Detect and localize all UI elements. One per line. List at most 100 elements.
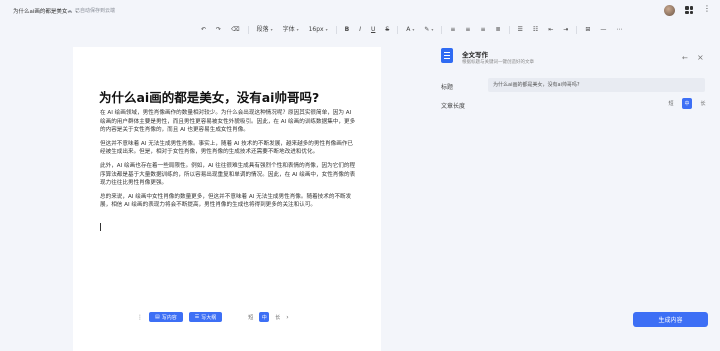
write-content-button[interactable]: ▤ 写内容	[149, 312, 183, 322]
save-status: ☁ 已自动保存到云端	[67, 7, 116, 15]
chevron-down-icon: ▾	[296, 27, 299, 32]
document-title[interactable]: 为什么ai画的都是美女...	[13, 7, 73, 15]
redo-button[interactable]: ↷	[211, 21, 226, 39]
save-status-text: 已自动保存到云端	[75, 8, 116, 14]
toolbar-divider	[247, 26, 249, 34]
bullet-list-button-label: ☰	[517, 26, 523, 33]
cloud-icon: ☁	[67, 7, 72, 14]
strikethrough-button[interactable]: S	[380, 21, 394, 39]
bold-button-label: B	[344, 26, 350, 33]
align-right-button-label: ≡	[480, 26, 486, 33]
italic-button-label: I	[359, 26, 361, 33]
document-body[interactable]: 在 AI 绘画领域，男性肖像画作的数量相对较少。为什么会出现这种情况呢？原因其实…	[100, 109, 356, 215]
chevron-down-icon: ▾	[431, 27, 434, 32]
paragraph[interactable]: 但这并不意味着 AI 无法生成男性肖像。事实上，随着 AI 技术的不断发展，越来…	[100, 140, 356, 157]
underline-button[interactable]: U	[366, 21, 380, 39]
more-button-label: ⋯	[616, 26, 623, 33]
undo-button-label: ↶	[201, 26, 207, 33]
clear-format-button[interactable]: ⌫	[226, 21, 244, 39]
length-selector: 短 中 长	[666, 98, 708, 109]
panel-length-medium[interactable]: 中	[682, 98, 692, 109]
numbered-list-button[interactable]: ☷	[528, 21, 543, 39]
write-outline-label: 写大纲	[201, 314, 217, 321]
document-write-icon	[441, 48, 453, 63]
toolbar-divider	[508, 26, 510, 34]
indent-button[interactable]: ⇥	[558, 21, 573, 39]
full-text-writing-panel: 全文写作 根据标题与关键词一键创造好的文章 ← × 标题 文章长度 短 中 长 …	[412, 40, 720, 351]
align-center-button[interactable]: ≡	[460, 21, 475, 39]
highlight-button[interactable]: ✎ ▾	[419, 21, 438, 39]
italic-button[interactable]: I	[354, 21, 366, 39]
write-outline-button[interactable]: ☰ 写大纲	[188, 312, 223, 322]
more-icon[interactable]: ⋮	[703, 5, 711, 13]
list-icon: ☰	[194, 314, 200, 320]
chevron-right-icon[interactable]: ›	[286, 314, 288, 321]
editor-toolbar: ↶ ↷ ⌫ 段落 ▾ 字体 ▾ 16px ▾ B I U S A ▾ ✎ ▾ ≡ ≡ ≡ ≣ ☰ ☷ ⇤ ⇥ ⊞ — ⋯	[196, 21, 696, 39]
panel-length-short[interactable]: 短	[666, 98, 676, 109]
more-button[interactable]: ⋯	[611, 21, 627, 39]
undo-button[interactable]: ↶	[196, 21, 211, 39]
chevron-down-icon: ▾	[412, 27, 415, 32]
highlight-button-label: ✎	[424, 26, 430, 33]
paragraph[interactable]: 此外，AI 绘画也存在着一些局限性。例如，AI 往往很难生成具有强烈个性和表情的…	[100, 162, 356, 188]
justify-button-label: ≣	[495, 26, 501, 33]
paragraph[interactable]: 在 AI 绘画领域，男性肖像画作的数量相对较少。为什么会出现这种情况呢？原因其实…	[100, 109, 356, 135]
write-content-label: 写内容	[161, 314, 177, 321]
align-left-button[interactable]: ≡	[445, 21, 460, 39]
bottom-action-bar: ⋮ ▤ 写内容 ☰ 写大纲 短 中 长 ›	[137, 312, 289, 322]
divider-button[interactable]: —	[595, 21, 611, 39]
indent-button-label: ⇥	[563, 26, 569, 33]
panel-subtitle: 根据标题与关键词一键创造好的文章	[462, 60, 534, 65]
top-bar: 为什么ai画的都是美女... ▾ ☁ 已自动保存到云端 ⋮	[0, 0, 720, 22]
length-field-label: 文章长度	[441, 103, 466, 110]
chevron-down-icon: ▾	[325, 27, 328, 32]
clear-format-button-label: ⌫	[231, 26, 240, 33]
length-short-option[interactable]: 短	[248, 314, 253, 321]
toolbar-divider	[441, 26, 443, 34]
panel-length-long[interactable]: 长	[698, 98, 708, 109]
align-right-button[interactable]: ≡	[475, 21, 490, 39]
toolbar-divider	[576, 26, 578, 34]
align-center-button-label: ≡	[465, 26, 471, 33]
font-color-button[interactable]: A ▾	[401, 21, 419, 39]
toolbar-divider	[397, 26, 399, 34]
close-icon[interactable]: ×	[697, 53, 704, 62]
panel-title: 全文写作	[462, 51, 488, 59]
back-arrow-icon[interactable]: ←	[682, 54, 688, 62]
bold-button[interactable]: B	[340, 21, 355, 39]
redo-button-label: ↷	[216, 26, 222, 33]
drag-handle-icon[interactable]: ⋮	[137, 314, 143, 321]
generate-content-button[interactable]: 生成内容	[633, 312, 708, 327]
document-icon: ▤	[155, 314, 160, 320]
strikethrough-button-label: S	[385, 26, 390, 33]
title-field-label: 标题	[441, 84, 454, 91]
divider-button-label: —	[600, 26, 607, 33]
chevron-down-icon: ▾	[270, 27, 273, 32]
font-size-select[interactable]: 16px ▾	[304, 21, 333, 39]
outdent-button-label: ⇤	[548, 26, 554, 33]
font-family-select-label: 字体	[282, 26, 295, 33]
underline-button-label: U	[370, 26, 376, 33]
paragraph-select[interactable]: 段落 ▾	[252, 21, 278, 39]
font-family-select[interactable]: 字体 ▾	[278, 21, 304, 39]
paragraph-select-label: 段落	[256, 26, 269, 33]
text-cursor	[100, 223, 101, 231]
align-left-button-label: ≡	[450, 26, 456, 33]
font-color-button-label: A	[406, 26, 411, 33]
length-medium-option[interactable]: 中	[259, 312, 270, 322]
justify-button[interactable]: ≣	[490, 21, 505, 39]
length-long-option[interactable]: 长	[275, 314, 280, 321]
document-page[interactable]: 为什么ai画的都是美女，没有ai帅哥吗? 在 AI 绘画领域，男性肖像画作的数量…	[73, 47, 381, 351]
apps-grid-icon[interactable]	[685, 6, 693, 14]
title-input[interactable]	[488, 78, 705, 92]
avatar[interactable]	[664, 5, 675, 16]
insert-table-button[interactable]: ⊞	[580, 21, 595, 39]
outdent-button[interactable]: ⇤	[543, 21, 558, 39]
numbered-list-button-label: ☷	[532, 26, 539, 33]
paragraph[interactable]: 总的来说，AI 绘画中女性肖像的数量更多，但这并不意味着 AI 无法生成男性肖像…	[100, 193, 356, 210]
font-size-select-label: 16px	[308, 26, 324, 33]
toolbar-divider	[335, 26, 337, 34]
document-heading[interactable]: 为什么ai画的都是美女，没有ai帅哥吗?	[99, 87, 319, 106]
bullet-list-button[interactable]: ☰	[513, 21, 528, 39]
insert-table-button-label: ⊞	[585, 26, 591, 33]
